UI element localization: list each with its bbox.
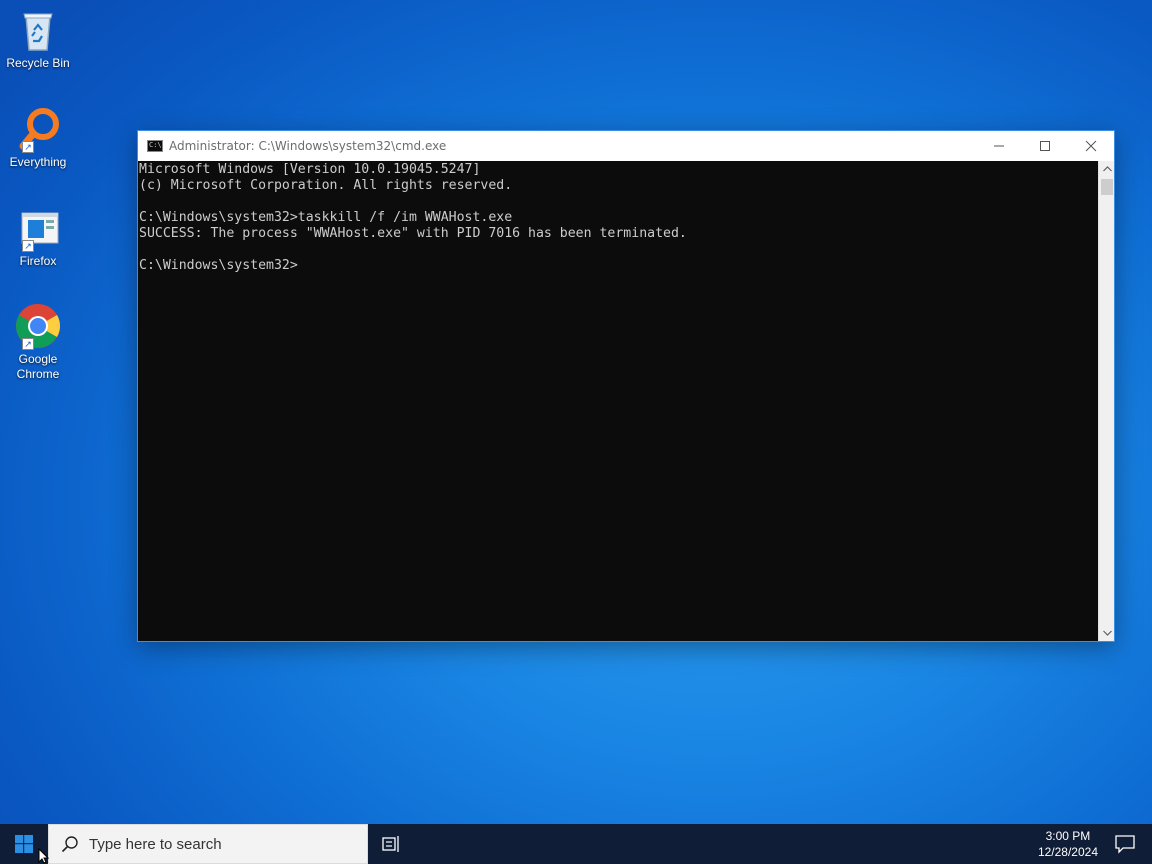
console-line: (c) Microsoft Corporation. All rights re… xyxy=(139,178,513,193)
console-output[interactable]: Microsoft Windows [Version 10.0.19045.52… xyxy=(138,161,1099,641)
taskbar-search-box[interactable]: Type here to search xyxy=(48,824,368,864)
desktop-icon-label: Everything xyxy=(9,155,67,169)
cmd-icon: C:\ xyxy=(147,140,163,152)
mouse-cursor-icon xyxy=(38,848,50,864)
desktop-icon-firefox[interactable]: ↗ Firefox xyxy=(4,204,72,269)
vertical-scrollbar[interactable] xyxy=(1098,161,1114,641)
desktop-icon-everything[interactable]: ↗ Everything xyxy=(4,105,72,170)
scroll-up-button[interactable] xyxy=(1099,161,1115,177)
desktop-icon-label: Recycle Bin xyxy=(6,56,70,70)
clock-date: 12/28/2024 xyxy=(1037,845,1098,859)
console-line: SUCCESS: The process "WWAHost.exe" with … xyxy=(139,226,687,241)
console-line: Microsoft Windows [Version 10.0.19045.52… xyxy=(139,162,481,177)
clock-time: 3:00 PM xyxy=(1045,829,1091,843)
close-icon xyxy=(1085,140,1097,152)
desktop-icon-label: Firefox xyxy=(19,254,57,268)
taskbar: Type here to search 3:00 PM 12/28/2024 xyxy=(0,824,1152,864)
desktop-icon-chrome[interactable]: ↗ Google Chrome xyxy=(4,302,72,382)
shortcut-arrow-icon: ↗ xyxy=(22,338,34,350)
window-titlebar[interactable]: C:\ Administrator: C:\Windows\system32\c… xyxy=(138,131,1114,161)
chevron-up-icon xyxy=(1102,166,1112,172)
minimize-button[interactable] xyxy=(976,131,1022,161)
chevron-down-icon xyxy=(1102,630,1112,636)
desktop-icon-recycle-bin[interactable]: Recycle Bin xyxy=(4,6,72,71)
cmd-window[interactable]: C:\ Administrator: C:\Windows\system32\c… xyxy=(137,130,1115,642)
search-icon xyxy=(61,836,78,853)
window-title: Administrator: C:\Windows\system32\cmd.e… xyxy=(169,139,447,153)
maximize-icon xyxy=(1040,141,1050,151)
shortcut-arrow-icon: ↗ xyxy=(22,240,34,252)
firefox-icon: ↗ xyxy=(14,204,62,252)
chrome-icon: ↗ xyxy=(14,302,62,350)
search-placeholder: Type here to search xyxy=(89,835,222,853)
everything-search-icon: ↗ xyxy=(14,105,62,153)
action-center-button[interactable] xyxy=(1114,834,1136,854)
task-view-button[interactable] xyxy=(368,824,416,864)
console-prompt: C:\Windows\system32> xyxy=(139,258,298,273)
recycle-bin-icon xyxy=(14,6,62,54)
notification-icon xyxy=(1115,835,1135,854)
desktop-icon-label: Google Chrome xyxy=(16,352,60,381)
console-line: C:\Windows\system32>taskkill /f /im WWAH… xyxy=(139,210,513,225)
minimize-icon xyxy=(994,145,1004,147)
shortcut-arrow-icon: ↗ xyxy=(22,141,34,153)
maximize-button[interactable] xyxy=(1022,131,1068,161)
scroll-down-button[interactable] xyxy=(1099,625,1115,641)
close-button[interactable] xyxy=(1068,131,1114,161)
scroll-thumb[interactable] xyxy=(1101,179,1113,195)
task-view-icon xyxy=(382,836,399,852)
windows-logo-icon xyxy=(15,835,33,853)
system-clock[interactable]: 3:00 PM 12/28/2024 xyxy=(1038,824,1098,864)
